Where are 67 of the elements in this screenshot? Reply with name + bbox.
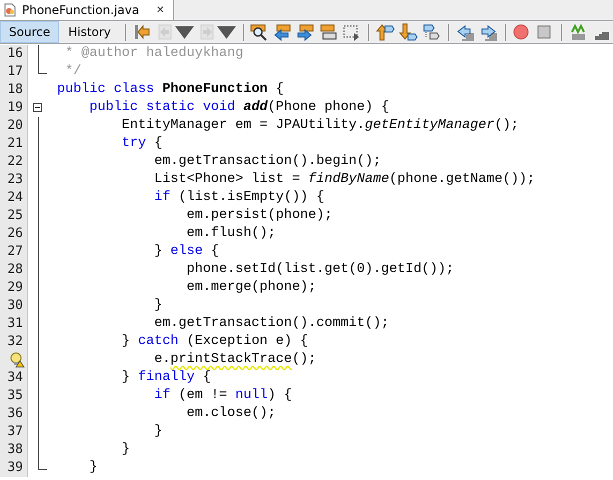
line-number: 25 [7, 208, 23, 223]
line-number: 29 [7, 280, 23, 295]
code-line: public class PhoneFunction { [56, 81, 284, 99]
code-line: */ [64, 63, 82, 81]
last-edit-icon[interactable] [132, 22, 152, 42]
record-icon[interactable] [512, 22, 532, 42]
line-number: 21 [7, 136, 23, 151]
comment-icon[interactable] [568, 22, 588, 42]
line-number: 20 [7, 118, 23, 133]
line-number: 17 [7, 64, 23, 79]
code-line: if (list.isEmpty()) { [153, 189, 324, 207]
line-number: 36 [7, 406, 23, 421]
line-number: 34 [7, 370, 23, 385]
code-line: em.getTransaction().commit(); [153, 315, 390, 333]
line-number: 31 [7, 316, 23, 331]
line-number: 22 [7, 154, 23, 169]
close-icon[interactable]: ✕ [156, 4, 165, 16]
line-number: 38 [7, 442, 23, 457]
line-number: 35 [7, 388, 23, 403]
code-line: } else { [153, 243, 220, 261]
code-line: } [88, 459, 98, 477]
line-number: 26 [7, 226, 23, 241]
code-line: } [153, 297, 162, 315]
find-icon[interactable] [250, 22, 270, 42]
code-line: em.getTransaction().begin(); [153, 153, 382, 171]
view-tab[interactable]: History [59, 21, 120, 43]
shift-right-icon[interactable] [478, 22, 498, 42]
line-number: 24 [7, 190, 23, 205]
code-line: } [153, 423, 162, 441]
code-line: List<Phone> list = findByName(phone.getName()); [153, 171, 535, 189]
select-icon[interactable] [342, 22, 362, 42]
code-line: em.merge(phone); [186, 279, 316, 297]
shift-left-icon[interactable] [456, 22, 475, 42]
code-line: * @author haleduykhang [64, 45, 244, 63]
code-line: em.close(); [186, 405, 276, 423]
java-file-icon [4, 3, 17, 17]
line-number: 23 [7, 172, 23, 187]
down-icon[interactable] [398, 22, 418, 42]
view-tab[interactable]: Source [0, 21, 60, 43]
code-line: try { [120, 135, 162, 153]
line-number: 16 [7, 46, 23, 61]
find-next-icon[interactable] [296, 22, 316, 42]
line-number: 37 [7, 424, 23, 439]
code-line: e.printStackTrace(); [153, 351, 316, 369]
line-number: 28 [7, 262, 23, 277]
line-number: 19 [7, 100, 23, 115]
code-line: } finally { [120, 369, 211, 387]
fold-toggle-icon[interactable] [33, 103, 42, 112]
line-number: 30 [7, 298, 23, 313]
code-line: EntityManager em = JPAUtility.getEntityManager(); [120, 117, 519, 135]
line-number: 18 [7, 82, 23, 97]
code-line: } [120, 441, 130, 459]
code-line: public static void add(Phone phone) { [88, 99, 390, 117]
shapes-icon[interactable] [422, 22, 441, 42]
code-line: em.flush(); [186, 225, 276, 243]
line-number: 32 [7, 334, 23, 349]
up-icon[interactable] [376, 22, 395, 42]
code-line: phone.setId(list.get(0).getId()); [186, 261, 454, 279]
code-line: em.persist(phone); [186, 207, 332, 225]
line-number: 27 [7, 244, 23, 259]
file-tab[interactable]: PhoneFunction.java ✕ [0, 0, 174, 20]
code-line: if (em != null) { [153, 387, 292, 405]
lightbulb-warning-icon[interactable] [9, 352, 25, 368]
line-number: 39 [7, 460, 23, 475]
highlight-icon[interactable] [319, 22, 338, 42]
code-line: } catch (Exception e) { [120, 333, 308, 351]
find-previous-icon[interactable] [273, 22, 292, 42]
